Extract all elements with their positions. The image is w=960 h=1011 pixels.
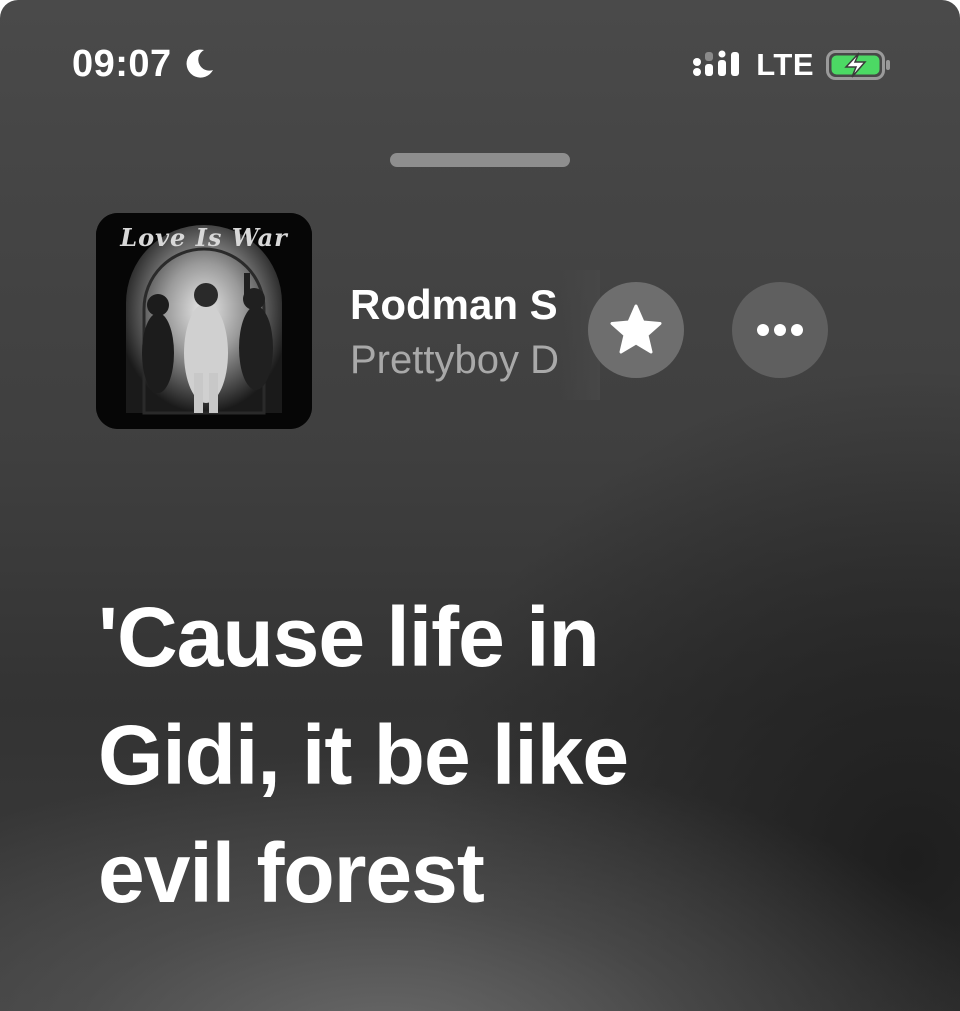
- now-playing-screen: 09:07 LTE Love Is War Rodman S Prettyboy…: [0, 0, 960, 1011]
- album-artwork[interactable]: Love Is War: [96, 213, 312, 429]
- lyric-line[interactable]: evil forest: [98, 814, 858, 932]
- cellular-signal-icon: [693, 50, 740, 76]
- ellipsis-icon: [757, 324, 803, 336]
- status-time: 09:07: [72, 42, 172, 85]
- lyric-line[interactable]: 'Cause life in: [98, 578, 858, 696]
- track-artist: Prettyboy D: [350, 338, 559, 382]
- more-options-button[interactable]: [732, 282, 828, 378]
- moon-icon: [186, 49, 213, 78]
- track-info[interactable]: Rodman S Prettyboy D: [350, 278, 580, 388]
- star-icon: [610, 304, 662, 354]
- favorite-button[interactable]: [588, 282, 684, 378]
- battery-charging-icon: [826, 50, 890, 80]
- status-time-group: 09:07: [72, 42, 216, 86]
- lyrics-view[interactable]: 'Cause life in Gidi, it be like evil for…: [98, 578, 858, 932]
- network-type: LTE: [756, 47, 814, 82]
- artwork-title: Love Is War: [120, 223, 288, 252]
- sheet-grabber[interactable]: [390, 153, 570, 167]
- status-indicators: LTE: [692, 44, 892, 86]
- lyric-line[interactable]: Gidi, it be like: [98, 696, 858, 814]
- track-title: Rodman S: [350, 281, 558, 328]
